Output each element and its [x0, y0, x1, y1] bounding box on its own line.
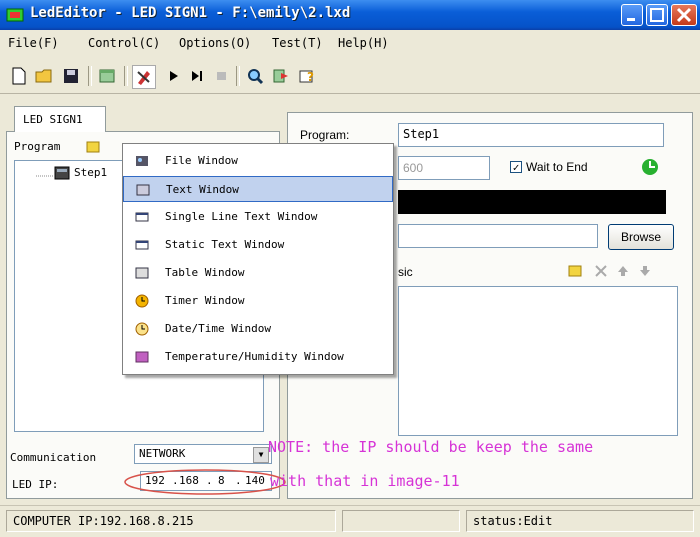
status-middle [342, 510, 460, 532]
maximize-icon [650, 8, 664, 22]
file-path-field[interactable] [398, 224, 598, 248]
thermometer-icon [135, 351, 149, 363]
menu-item-static-text-window[interactable]: Static Text Window [123, 232, 393, 258]
edit-icon [137, 71, 150, 85]
led-ip-label: LED IP: [12, 478, 59, 491]
communication-select[interactable]: NETWORK ▼ [134, 444, 272, 464]
annotation-line2: with that in image-11 [270, 472, 460, 490]
right-program-label: Program: [300, 128, 350, 142]
export-icon [273, 69, 288, 83]
play-icon [170, 71, 178, 81]
zoom-button[interactable] [244, 65, 266, 87]
toolbar-separator [124, 66, 128, 86]
clock-icon [135, 322, 149, 336]
toolbar-separator [236, 66, 240, 86]
window-icon [99, 69, 115, 83]
stop-icon [217, 72, 226, 80]
step-button[interactable] [186, 65, 208, 87]
timer-icon [135, 294, 149, 308]
status-state: status:Edit [466, 510, 694, 532]
app-icon [6, 8, 24, 22]
window-title: LedEditor - LED SIGN1 - F:\emily\2.lxd [30, 5, 351, 21]
arrow-up-icon[interactable] [616, 264, 630, 278]
help-icon: ? [299, 70, 314, 84]
maximize-button[interactable] [646, 4, 668, 26]
wait-to-end-label: Wait to End [526, 160, 588, 174]
delete-icon[interactable] [594, 264, 608, 278]
svg-text:?: ? [307, 70, 314, 84]
close-button[interactable] [671, 4, 697, 26]
ip-highlight-ellipse [124, 469, 286, 495]
static-text-icon [135, 240, 149, 250]
menu-item-timer-window[interactable]: Timer Window [123, 288, 393, 314]
menu-item-text-window[interactable]: Text Window [123, 176, 393, 202]
open-icon [35, 69, 52, 83]
zoom-icon [248, 69, 264, 85]
new-button[interactable] [8, 65, 30, 87]
clock-icon[interactable] [640, 157, 660, 177]
menu-item-date-time-window[interactable]: Date/Time Window [123, 316, 393, 342]
music-list[interactable] [398, 286, 678, 436]
menu-item-table-window[interactable]: Table Window [123, 260, 393, 286]
save-button[interactable] [60, 65, 82, 87]
edit-button[interactable] [132, 65, 156, 89]
export-button[interactable] [270, 65, 292, 87]
communication-value: NETWORK [139, 447, 186, 460]
minimize-button[interactable] [621, 4, 643, 26]
menu-bar: File(F) Control(C) Options(O) Test(T) He… [0, 30, 700, 58]
open-button[interactable] [34, 65, 56, 87]
menu-test[interactable]: Test(T) [272, 36, 323, 50]
folder-icon[interactable] [86, 140, 100, 153]
arrow-down-icon[interactable] [638, 264, 652, 278]
program-label: Program [14, 140, 61, 153]
tab-led-sign1[interactable]: LED SIGN1 [14, 106, 106, 132]
tree-item-step1[interactable]: Step1 [74, 166, 107, 179]
step-icon [192, 71, 202, 81]
single-line-text-icon [135, 212, 149, 222]
file-window-icon [136, 156, 148, 166]
step-icon-tree [54, 166, 70, 180]
text-window-icon [136, 184, 150, 196]
window-button[interactable] [96, 65, 118, 87]
music-label: sic [398, 265, 413, 279]
new-window-context-menu: File Window Text Window Single Line Text… [122, 143, 394, 375]
close-icon [676, 7, 692, 23]
new-icon [12, 67, 26, 85]
chevron-down-icon[interactable]: ▼ [253, 447, 269, 463]
help-button[interactable]: ? [296, 65, 318, 87]
add-folder-icon[interactable] [568, 264, 582, 277]
menu-control[interactable]: Control(C) [88, 36, 160, 50]
stop-button[interactable] [210, 65, 232, 87]
minimize-icon [627, 18, 635, 21]
program-name-field[interactable]: Step1 [398, 123, 664, 147]
communication-label: Communication [10, 451, 97, 464]
save-icon [64, 69, 78, 83]
duration-field[interactable]: 600 [398, 156, 490, 180]
status-computer-ip: COMPUTER IP:192.168.8.215 [6, 510, 336, 532]
toolbar-separator [88, 66, 92, 86]
wait-to-end-checkbox[interactable]: ✓ [510, 161, 522, 173]
menu-file[interactable]: File(F) [8, 36, 59, 50]
table-icon [135, 267, 149, 279]
menu-item-temperature-humidity-window[interactable]: Temperature/Humidity Window [123, 344, 393, 370]
menu-options[interactable]: Options(O) [179, 36, 251, 50]
menu-item-single-line-text-window[interactable]: Single Line Text Window [123, 204, 393, 230]
annotation-line1: NOTE: the IP should be keep the same [268, 438, 594, 456]
toolbar: ? [0, 58, 700, 94]
menu-item-file-window[interactable]: File Window [123, 148, 393, 174]
color-bar[interactable] [398, 190, 666, 214]
status-bar: COMPUTER IP:192.168.8.215 status:Edit [0, 505, 700, 537]
play-button[interactable] [162, 65, 184, 87]
menu-help[interactable]: Help(H) [338, 36, 389, 50]
browse-button[interactable]: Browse [608, 224, 674, 250]
